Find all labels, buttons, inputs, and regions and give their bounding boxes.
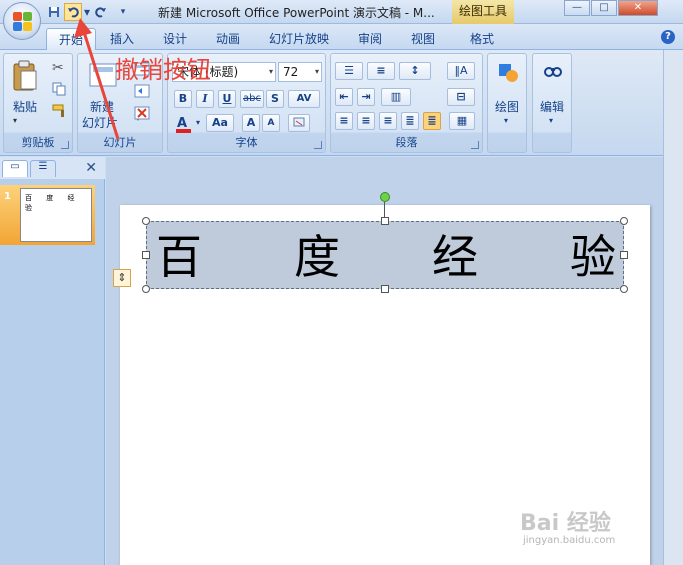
font-size-dropdown-icon[interactable]: ▾ [315,63,319,81]
resize-handle-ne[interactable] [620,217,628,225]
close-pane-icon[interactable]: ✕ [85,160,97,176]
drawing-label[interactable]: 绘图 [495,98,519,115]
resize-handle-s[interactable] [381,285,389,293]
window-title: 新建 Microsoft Office PowerPoint 演示文稿 - M.… [158,6,435,20]
shrink-font-button[interactable]: A [262,114,280,132]
title-char: 百 [156,230,202,284]
tab-slideshow[interactable]: 幻灯片放映 [257,28,341,50]
outline-tab-icon[interactable]: ☰ [30,160,56,177]
slide-thumbnail[interactable]: 百 度 经 验 [20,188,92,242]
slides-pane: ▭ ☰ ✕ 1 百 度 经 验 [0,157,105,565]
font-color-icon[interactable]: A [174,114,196,134]
clipboard-group: 粘贴 ▾ ✂ 剪贴板 [3,53,73,153]
tab-view[interactable]: 视图 [399,28,447,50]
pane-tabs: ▭ ☰ ✕ [0,157,105,179]
text-direction-icon[interactable]: ‖A [447,62,475,80]
resize-handle-e[interactable] [620,251,628,259]
paste-label[interactable]: 粘贴 [13,98,37,115]
font-color-dropdown-icon[interactable]: ▾ [196,118,200,127]
font-size-value: 72 [283,65,299,79]
slides-tab-icon[interactable]: ▭ [2,160,28,177]
font-size-combo[interactable]: 72 ▾ [278,62,322,82]
shadow-button[interactable]: S [266,90,284,108]
editing-label[interactable]: 编辑 [540,98,564,115]
tab-animations[interactable]: 动画 [204,28,252,50]
minimize-button[interactable]: — [564,0,590,16]
copy-icon[interactable] [52,82,66,96]
rotate-handle[interactable] [380,192,390,202]
paragraph-group-label: 段落 [395,136,418,149]
title-char: 度 [294,230,340,284]
cut-icon[interactable]: ✂ [52,60,64,76]
align-right-icon[interactable]: ≡ [379,112,397,130]
find-icon[interactable] [542,62,564,84]
grow-font-button[interactable]: A [242,114,260,132]
font-group-label: 字体 [235,136,258,149]
font-name-dropdown-icon[interactable]: ▾ [269,63,273,81]
strikethrough-button[interactable]: abc [240,90,264,108]
maximize-button[interactable]: □ [591,0,617,16]
tab-format[interactable]: 格式 [458,28,506,50]
slide-thumbnail-selected[interactable]: 1 百 度 经 验 [0,185,95,245]
office-button[interactable] [3,2,41,40]
font-dialog-launcher-icon[interactable] [314,141,322,149]
increase-indent-icon[interactable]: ⇥ [357,88,375,106]
paragraph-dialog-launcher-icon[interactable] [471,141,479,149]
help-icon[interactable]: ? [661,30,675,44]
columns-icon[interactable]: ▥ [381,88,411,106]
resize-handle-n[interactable] [381,217,389,225]
editing-group: 编辑 ▾ [532,53,572,153]
title-char: 验 [570,230,616,284]
decrease-indent-icon[interactable]: ⇤ [335,88,353,106]
align-text-icon[interactable]: ⊟ [447,88,475,106]
smartart-icon[interactable]: ▦ [449,112,475,130]
vertical-scrollbar[interactable] [663,50,683,565]
editing-dropdown-icon[interactable]: ▾ [549,116,553,125]
bold-button[interactable]: B [174,90,192,108]
char-spacing-button[interactable]: AV [288,90,320,108]
annotation-label: 撤销按钮 [115,56,211,84]
align-left-icon[interactable]: ≡ [335,112,353,130]
slide-number: 1 [4,191,11,202]
watermark-url: jingyan.baidu.com [523,535,616,546]
bullets-icon[interactable]: ☰ [335,62,363,80]
paste-icon[interactable] [12,60,38,92]
change-case-button[interactable]: Aa [206,114,234,132]
drawing-group: 绘图 ▾ [487,53,527,153]
paste-dropdown-icon[interactable]: ▾ [13,116,17,125]
title-char: 经 [432,230,478,284]
thumbnail-text: 百 度 经 验 [25,194,81,212]
resize-handle-sw[interactable] [142,285,150,293]
resize-handle-se[interactable] [620,285,628,293]
italic-button[interactable]: I [196,90,214,108]
line-spacing-icon[interactable]: ↕ [399,62,431,80]
reset-icon[interactable] [134,84,150,98]
watermark-brand: Bai 经验 [520,511,611,536]
svg-text:A: A [177,116,187,131]
autofit-options-icon[interactable]: ⇕ [113,269,131,287]
drawing-tools-context-tab: 绘图工具 [452,0,514,24]
justify-icon[interactable]: ≣ [401,112,419,130]
distributed-icon[interactable]: ≣ [423,112,441,130]
underline-button[interactable]: U [218,90,236,108]
save-icon[interactable] [45,3,63,21]
title-text[interactable]: 百 度 经 验 [150,222,622,286]
resize-handle-w[interactable] [142,251,150,259]
close-button[interactable]: ✕ [618,0,658,16]
shapes-icon[interactable] [497,62,519,84]
resize-handle-nw[interactable] [142,217,150,225]
drawing-dropdown-icon[interactable]: ▾ [504,116,508,125]
numbering-icon[interactable]: ≡ [367,62,395,80]
office-logo-icon [13,12,33,32]
align-center-icon[interactable]: ≡ [357,112,375,130]
clear-formatting-icon[interactable] [288,114,310,132]
tab-design[interactable]: 设计 [151,28,199,50]
tab-review[interactable]: 审阅 [346,28,394,50]
format-painter-icon[interactable] [52,104,66,118]
clipboard-dialog-launcher-icon[interactable] [61,141,69,149]
paragraph-group: ☰ ≡ ↕ ‖A ⇤ ⇥ ▥ ⊟ ≡ ≡ ≡ ≣ ≣ ▦ 段落 [330,53,483,153]
delete-slide-icon[interactable] [134,106,150,120]
